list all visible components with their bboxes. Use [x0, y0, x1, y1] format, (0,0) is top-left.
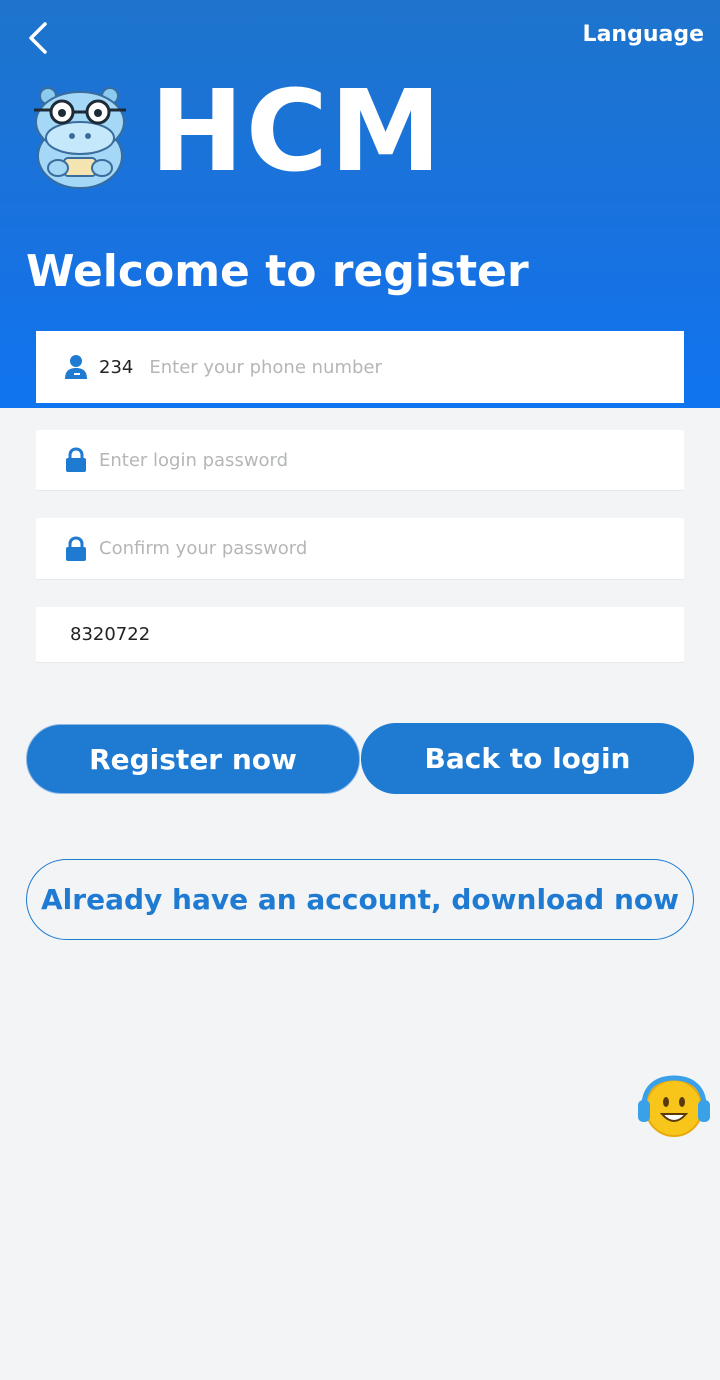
register-button[interactable]: Register now [26, 724, 360, 794]
invite-code-input[interactable] [70, 607, 684, 662]
customer-service-icon[interactable] [636, 1074, 714, 1140]
page-title: Welcome to register [26, 246, 529, 297]
hippo-mascot-logo [34, 87, 126, 189]
lock-icon [64, 535, 88, 562]
phone-field[interactable]: 234 [36, 331, 684, 403]
download-button[interactable]: Already have an account, download now [26, 859, 694, 940]
invite-code-field[interactable] [36, 607, 684, 663]
lock-icon [64, 447, 88, 473]
back-button[interactable] [18, 18, 58, 58]
country-code-prefix[interactable]: 234 [99, 357, 133, 378]
brand-logo-text: HCM [150, 67, 444, 197]
user-icon [64, 354, 88, 380]
chevron-left-icon [29, 22, 47, 54]
confirm-password-input[interactable] [99, 518, 684, 579]
language-button[interactable]: Language [583, 22, 704, 47]
back-to-login-button[interactable]: Back to login [361, 723, 694, 794]
phone-input[interactable] [149, 331, 684, 403]
confirm-password-field[interactable] [36, 518, 684, 580]
password-input[interactable] [99, 430, 684, 490]
password-field[interactable] [36, 430, 684, 491]
